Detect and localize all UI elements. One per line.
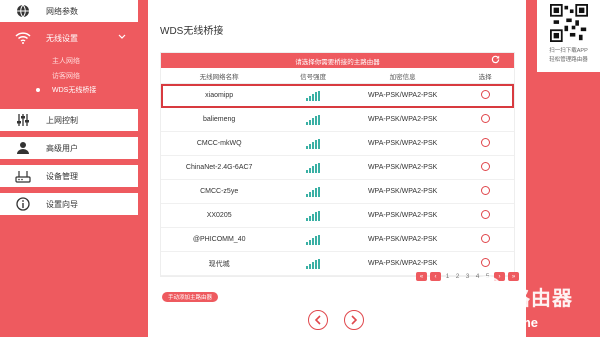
sidebar-item-advanced-user[interactable]: 高级用户	[0, 137, 138, 159]
table-row[interactable]: ChinaNet-2.4G-6AC7 WPA-PSK/WPA2-PSK	[161, 156, 514, 180]
sidebar-item-internet-control[interactable]: 上网控制	[0, 109, 138, 131]
router-icon	[14, 167, 32, 185]
signal-icon	[277, 234, 349, 245]
security-cell: WPA-PSK/WPA2-PSK	[367, 212, 438, 219]
last-page-button[interactable]: »	[508, 272, 519, 281]
wifi-icon	[14, 29, 32, 47]
current-dot	[36, 88, 40, 92]
select-radio[interactable]	[480, 90, 490, 99]
sidebar-item-label: 设备管理	[46, 171, 78, 181]
security-cell: WPA-PSK/WPA2-PSK	[367, 188, 438, 195]
col-security: 加密信息	[389, 73, 416, 81]
ssid-cell: xiaomipp	[205, 92, 234, 99]
submenu-wds-bridge[interactable]: WDS无线桥接	[52, 85, 96, 95]
submenu-guest-network[interactable]: 访客网络	[52, 71, 80, 81]
table-header-bar: 请选择你需要桥接的主路由器	[161, 53, 514, 68]
page-title: WDS无线桥接	[160, 26, 224, 37]
signal-icon	[277, 258, 349, 269]
table-hint: 请选择你需要桥接的主路由器	[295, 58, 380, 66]
security-cell: WPA-PSK/WPA2-PSK	[367, 164, 438, 171]
ssid-cell: CMCC-mkWQ	[196, 140, 242, 147]
wds-table: 请选择你需要桥接的主路由器 无线网络名称 信号强度 加密信息 选择 xiaomi…	[160, 52, 515, 277]
col-select: 选择	[478, 73, 492, 81]
security-cell: WPA-PSK/WPA2-PSK	[367, 140, 438, 147]
user-icon	[14, 139, 32, 157]
page-number[interactable]: 1	[444, 273, 451, 280]
table-row[interactable]: CMCC-mkWQ WPA-PSK/WPA2-PSK	[161, 132, 514, 156]
first-page-button[interactable]: «	[416, 272, 427, 281]
qr-caption-2: 轻松管理路由器	[549, 57, 588, 63]
security-cell: WPA-PSK/WPA2-PSK	[367, 92, 438, 99]
sidebar-item-label: 高级用户	[46, 143, 78, 153]
submenu-host-network[interactable]: 主人网络	[52, 56, 80, 66]
chevron-down-icon[interactable]	[118, 33, 126, 42]
select-radio[interactable]	[480, 210, 490, 219]
security-cell: WPA-PSK/WPA2-PSK	[367, 236, 438, 243]
app-qr-card: 扫一扫下载APP 轻松管理路由器	[537, 0, 600, 72]
ssid-cell: 现代城	[208, 260, 230, 268]
watermark-logo-icon	[470, 276, 504, 310]
signal-icon	[277, 210, 349, 221]
sidebar: 网络参数 无线设置 主人网络 访客网络 WDS无线桥接 上网控制 高级用户 设备…	[0, 0, 138, 337]
add-router-manually-button[interactable]: 手动添加主路由器	[162, 292, 219, 302]
info-icon	[14, 195, 32, 213]
sidebar-item-label: 无线设置	[46, 33, 78, 43]
prev-page-button[interactable]: ‹	[430, 272, 441, 281]
pagination: « ‹ 1 2 3 4 5 › »	[416, 272, 519, 281]
select-radio[interactable]	[480, 258, 490, 267]
security-cell: WPA-PSK/WPA2-PSK	[367, 116, 438, 123]
signal-icon	[277, 114, 349, 125]
sidebar-item-label: 设置向导	[46, 199, 78, 209]
signal-icon	[277, 186, 349, 197]
ssid-cell: ChinaNet-2.4G-6AC7	[185, 164, 253, 171]
signal-icon	[277, 90, 349, 101]
signal-icon	[277, 138, 349, 149]
ssid-cell: baliemeng	[203, 116, 236, 123]
next-button[interactable]	[344, 310, 364, 330]
table-columns: 无线网络名称 信号强度 加密信息 选择	[161, 68, 514, 84]
wireless-submenu: 主人网络 访客网络 WDS无线桥接	[0, 47, 138, 102]
watermark-brand: 路由器	[510, 288, 573, 310]
select-radio[interactable]	[480, 234, 490, 243]
sidebar-item-setup-wizard[interactable]: 设置向导	[0, 193, 138, 215]
table-row[interactable]: xiaomipp WPA-PSK/WPA2-PSK	[161, 84, 514, 108]
sidebar-item-label: 上网控制	[46, 115, 78, 125]
table-row[interactable]: baliemeng WPA-PSK/WPA2-PSK	[161, 108, 514, 132]
signal-icon	[277, 162, 349, 173]
main-panel: WDS无线桥接 请选择你需要桥接的主路由器 无线网络名称 信号强度 加密信息 选…	[148, 0, 526, 337]
select-radio[interactable]	[480, 138, 490, 147]
sidebar-item-device-management[interactable]: 设备管理	[0, 165, 138, 187]
table-row[interactable]: CMCC-z5ye WPA-PSK/WPA2-PSK	[161, 180, 514, 204]
watermark-author: 头条 @迷你科技秀time	[404, 315, 539, 330]
globe-icon	[14, 2, 32, 20]
select-radio[interactable]	[480, 162, 490, 171]
qr-caption-1: 扫一扫下载APP	[549, 48, 588, 54]
security-cell: WPA-PSK/WPA2-PSK	[367, 260, 438, 267]
col-signal: 信号强度	[300, 73, 327, 81]
ssid-cell: XX0205	[206, 212, 232, 219]
col-ssid: 无线网络名称	[199, 73, 239, 81]
select-radio[interactable]	[480, 186, 490, 195]
refresh-icon[interactable]	[491, 55, 500, 66]
sidebar-item-network-params[interactable]: 网络参数	[0, 0, 138, 22]
table-row[interactable]: @PHICOMM_40 WPA-PSK/WPA2-PSK	[161, 228, 514, 252]
ssid-cell: @PHICOMM_40	[192, 236, 246, 243]
sidebar-item-wireless-settings[interactable]: 无线设置	[0, 27, 138, 49]
sidebar-item-label: 网络参数	[46, 6, 78, 16]
page-number[interactable]: 2	[454, 273, 461, 280]
ssid-cell: CMCC-z5ye	[200, 188, 239, 195]
table-row[interactable]: XX0205 WPA-PSK/WPA2-PSK	[161, 204, 514, 228]
page-number[interactable]: 3	[464, 273, 471, 280]
back-button[interactable]	[308, 310, 328, 330]
sliders-icon	[14, 111, 32, 129]
qr-code-icon	[550, 4, 588, 42]
select-radio[interactable]	[480, 114, 490, 123]
